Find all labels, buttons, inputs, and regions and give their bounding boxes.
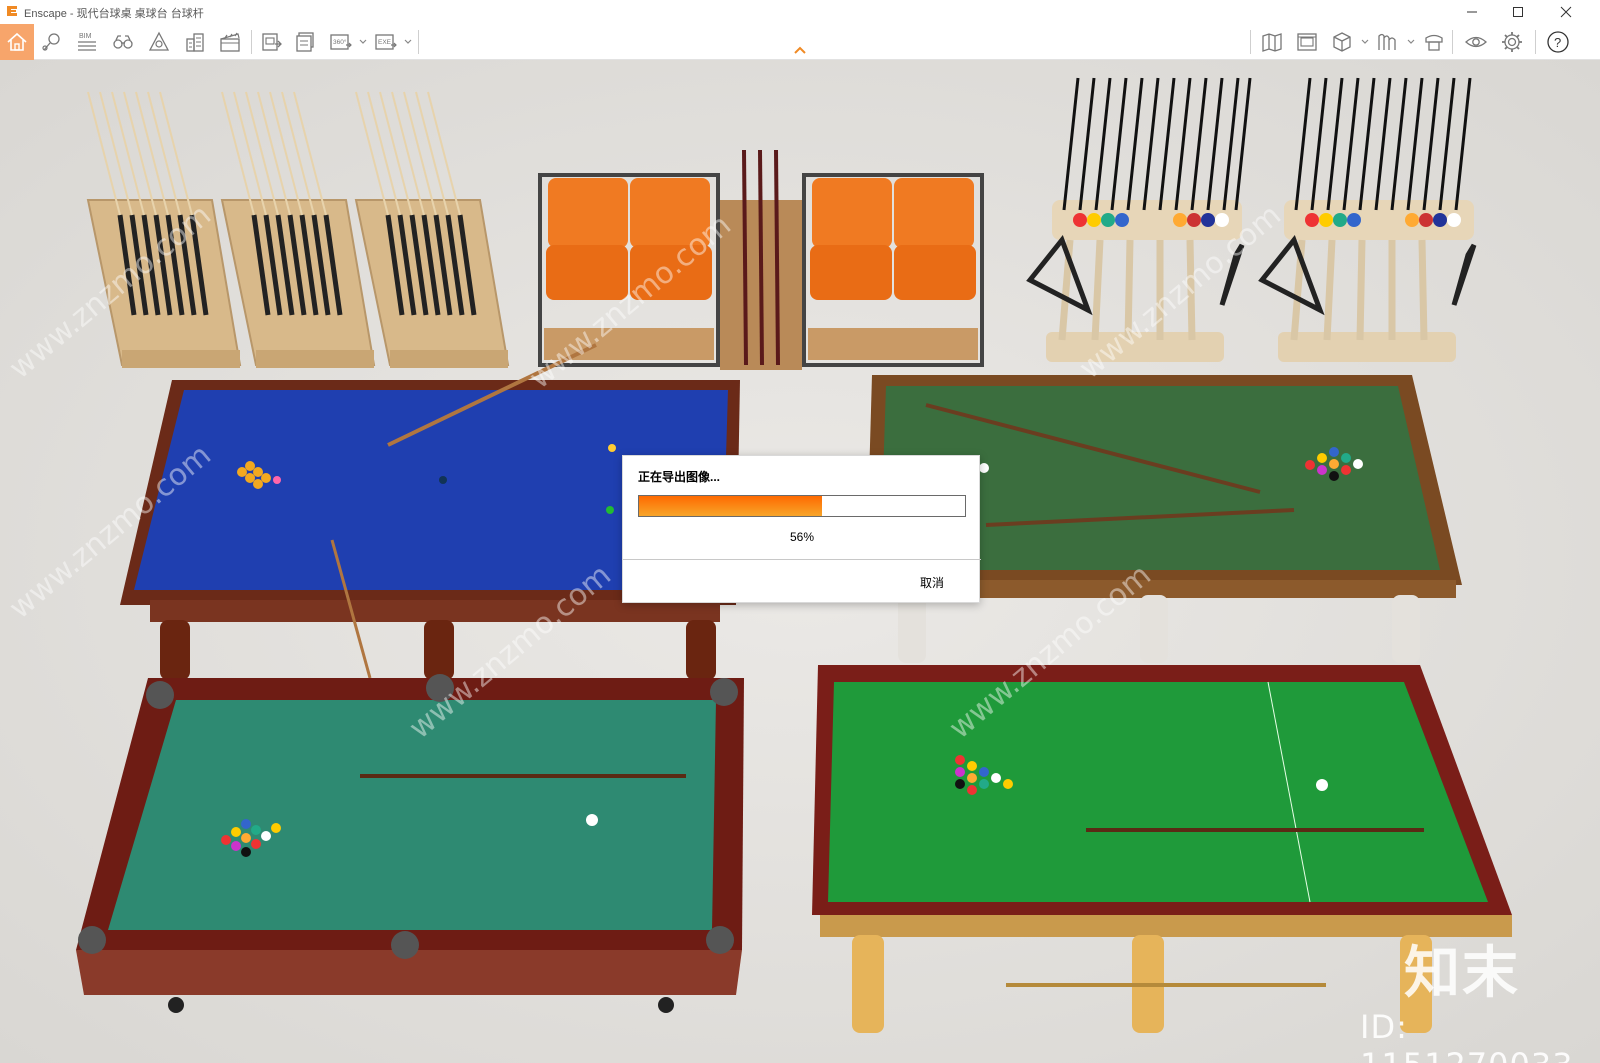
home-icon bbox=[7, 32, 27, 51]
toolbar-separator bbox=[418, 30, 419, 54]
views-button[interactable] bbox=[1291, 26, 1323, 58]
chevron-down-icon[interactable] bbox=[404, 36, 412, 48]
toolbar-collapse-chevron-icon[interactable] bbox=[793, 44, 807, 56]
watermark-id: ID: 1151270033 bbox=[1360, 1008, 1573, 1063]
uploads-icon bbox=[1425, 34, 1443, 51]
views-icon bbox=[1297, 33, 1317, 51]
dialog-title: 正在导出图像... bbox=[638, 470, 721, 484]
dialog-divider bbox=[623, 559, 981, 560]
window-title: Enscape - 现代台球桌 桌球台 台球杆 bbox=[24, 8, 204, 20]
export-progress-dialog: 正在导出图像... 56% 取消 bbox=[622, 455, 981, 603]
svg-text:360°: 360° bbox=[333, 38, 347, 46]
batch-export-icon bbox=[296, 32, 314, 52]
material-cube-icon bbox=[1333, 32, 1351, 52]
watermark-brand-logo: 知末 bbox=[1404, 941, 1520, 1006]
buildings-button[interactable] bbox=[179, 26, 211, 58]
chevron-down-icon[interactable] bbox=[1361, 36, 1369, 48]
uploads-button[interactable] bbox=[1418, 26, 1450, 58]
close-icon bbox=[1560, 6, 1572, 18]
export-exe-icon: EXE bbox=[375, 34, 397, 50]
export-360-icon: 360° bbox=[330, 34, 352, 50]
toolbar-separator bbox=[1250, 30, 1251, 54]
minimize-button[interactable] bbox=[1449, 0, 1495, 24]
asset-library-icon bbox=[148, 31, 170, 51]
minimize-icon bbox=[1467, 11, 1477, 13]
video-editor-button[interactable] bbox=[214, 26, 246, 58]
svg-text:EXE: EXE bbox=[378, 39, 392, 46]
batch-export-button[interactable] bbox=[290, 26, 322, 58]
buildings-icon bbox=[186, 33, 204, 52]
enscape-logo-icon bbox=[7, 6, 17, 16]
settings-icon bbox=[1502, 32, 1522, 52]
svg-text:BIM: BIM bbox=[79, 33, 92, 40]
export-exe-button[interactable]: EXE bbox=[370, 26, 402, 58]
toolbar-separator bbox=[1535, 30, 1536, 54]
cancel-button[interactable]: 取消 bbox=[920, 574, 944, 591]
capture-icon bbox=[1378, 33, 1396, 50]
help-icon: ? bbox=[1547, 31, 1569, 53]
toolbar-separator bbox=[1452, 30, 1453, 54]
location-pin-icon bbox=[42, 33, 60, 51]
walk-mode-button[interactable] bbox=[107, 26, 139, 58]
bim-button[interactable]: BIM bbox=[71, 26, 103, 58]
progress-percent-label: 56% bbox=[789, 530, 815, 544]
close-button[interactable] bbox=[1543, 0, 1589, 24]
chevron-down-icon[interactable] bbox=[1407, 36, 1415, 48]
bim-icon: BIM bbox=[78, 33, 96, 51]
location-pin-button[interactable] bbox=[36, 26, 68, 58]
progress-fill bbox=[639, 496, 822, 516]
video-editor-icon bbox=[220, 32, 240, 52]
settings-button[interactable] bbox=[1496, 26, 1528, 58]
binoculars-icon bbox=[113, 35, 133, 49]
maximize-icon bbox=[1513, 7, 1523, 17]
export-image-button[interactable] bbox=[256, 26, 288, 58]
visibility-icon bbox=[1465, 36, 1487, 48]
svg-text:?: ? bbox=[1554, 35, 1561, 50]
map-button[interactable] bbox=[1256, 26, 1288, 58]
help-button[interactable]: ? bbox=[1542, 26, 1574, 58]
export-progress-bar bbox=[638, 495, 966, 517]
material-editor-button[interactable] bbox=[1326, 26, 1358, 58]
chevron-down-icon[interactable] bbox=[359, 36, 367, 48]
toolbar-separator bbox=[251, 30, 252, 54]
maximize-button[interactable] bbox=[1495, 0, 1541, 24]
map-icon bbox=[1262, 33, 1282, 52]
export-360-button[interactable]: 360° bbox=[325, 26, 357, 58]
title-bar: Enscape - 现代台球桌 桌球台 台球杆 bbox=[0, 0, 1600, 24]
home-button[interactable] bbox=[0, 24, 34, 60]
export-image-icon bbox=[262, 33, 282, 51]
capture-button[interactable] bbox=[1372, 26, 1404, 58]
visibility-button[interactable] bbox=[1460, 26, 1492, 58]
asset-library-button[interactable] bbox=[143, 26, 175, 58]
